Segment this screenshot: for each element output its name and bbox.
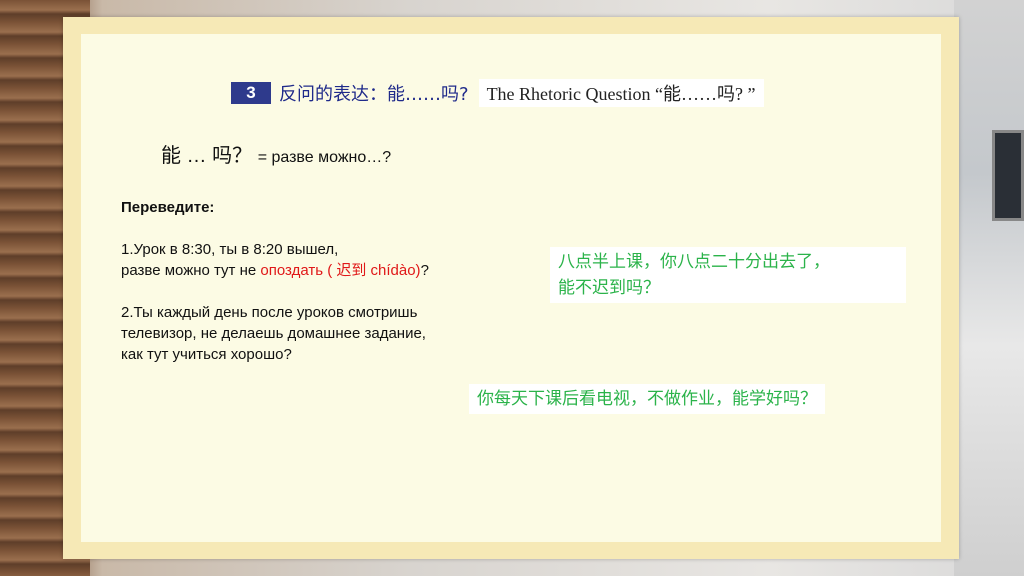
answer-2: 你每天下课后看电视，不做作业，能学好吗？ [469, 384, 825, 414]
question-1-line-1: 1.Урок в 8:30, ты в 8:20 вышел, [121, 241, 339, 258]
slide-content: 3 反问的表达：能……吗? The Rhetoric Question “能……… [81, 34, 941, 542]
background-office [954, 0, 1024, 576]
highlighted-word: опоздать ( 迟到 chídào) [260, 262, 421, 279]
slide-heading: 3 反问的表达：能……吗? The Rhetoric Question “能……… [231, 79, 764, 107]
question-1-line-2: разве можно тут не [121, 262, 261, 279]
answer-1-line-1: 八点半上课，你八点二十分出去了， [558, 252, 830, 272]
task-title: Переведите: [121, 199, 215, 216]
question-2-line-1: 2.Ты каждый день после уроков смотришь [121, 304, 418, 321]
answer-1-line-2: 能不迟到吗？ [558, 278, 660, 298]
question-1: 1.Урок в 8:30, ты в 8:20 вышел, разве мо… [121, 239, 541, 281]
background-monitor [992, 130, 1024, 221]
question-2: 2.Ты каждый день после уроков смотришь т… [121, 302, 541, 365]
section-number-badge: 3 [231, 82, 271, 104]
formula-russian: = разве можно…? [257, 149, 392, 166]
translation-task: Переведите: 1.Урок в 8:30, ты в 8:20 выш… [121, 197, 541, 386]
question-2-line-3: как тут учиться хорошо? [121, 346, 292, 363]
question-1-end: ? [420, 262, 429, 279]
heading-english: The Rhetoric Question “能……吗? ” [478, 79, 764, 107]
grammar-formula: 能 … 吗？ = разве можно…? [161, 139, 391, 168]
slide: 3 反问的表达：能……吗? The Rhetoric Question “能……… [63, 17, 959, 559]
question-2-line-2: телевизор, не делаешь домашнее задание, [121, 325, 426, 342]
answer-1: 八点半上课，你八点二十分出去了， 能不迟到吗？ [550, 247, 906, 303]
formula-pattern: 能 … 吗？ [161, 145, 253, 167]
heading-chinese: 反问的表达：能……吗? [279, 84, 469, 105]
